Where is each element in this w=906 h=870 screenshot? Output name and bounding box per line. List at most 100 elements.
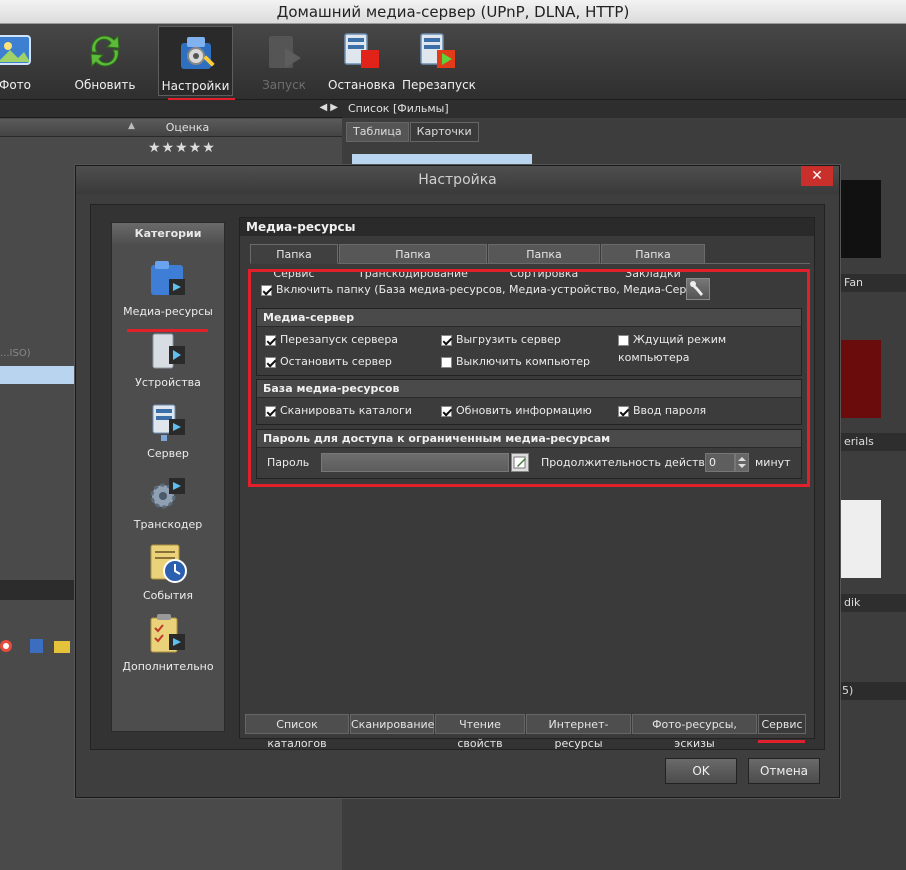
category-label: Сервер — [147, 447, 189, 460]
checkbox-icon[interactable] — [261, 284, 272, 296]
tab-table[interactable]: Таблица — [346, 122, 409, 142]
toolbar-stop-button[interactable]: Остановка — [328, 26, 395, 96]
media-resources-underline — [127, 329, 208, 332]
password-input[interactable] — [321, 453, 509, 472]
toolbar: Фото Обновить Настройки Запуск Остановка… — [0, 24, 906, 100]
toolbar-restart-button[interactable]: Перезапуск — [402, 26, 476, 96]
poster-thumbnail[interactable] — [835, 340, 881, 418]
devices-icon — [145, 328, 191, 374]
left-pane-columns: ▲ Оценка — [0, 119, 342, 137]
content-title: Медиа-ресурсы — [240, 218, 814, 236]
category-label: Медиа-ресурсы — [123, 305, 213, 318]
view-tabs: Таблица Карточки — [346, 122, 480, 142]
tab-folder-sorting[interactable]: Папка "Сортировка" — [488, 244, 600, 280]
close-icon[interactable]: ✕ — [801, 166, 833, 186]
category-label: Дополнительно — [122, 660, 214, 673]
poster-thumbnail[interactable] — [835, 500, 881, 578]
category-media-resources[interactable]: Медиа-ресурсы — [112, 255, 224, 325]
toolbar-settings-button[interactable]: Настройки — [158, 26, 233, 96]
checkbox-scan-folders[interactable]: Сканировать каталоги — [265, 402, 412, 420]
checkbox-stop-server[interactable]: Остановить сервер — [265, 353, 392, 371]
group-media-db: База медиа-ресурсов Сканировать каталоги… — [256, 379, 802, 425]
dialog-title: Настройка — [76, 166, 839, 194]
pane-arrows-icon[interactable]: ◀ ▶ — [319, 102, 338, 113]
wrench-button[interactable] — [686, 278, 710, 300]
duration-unit: минут — [755, 456, 791, 469]
checkbox-password-entry[interactable]: Ввод пароля — [618, 402, 706, 420]
checkbox-icon[interactable] — [441, 334, 452, 346]
password-label: Пароль — [267, 456, 310, 469]
category-server[interactable]: Сервер — [112, 397, 224, 467]
checkbox-unload-server[interactable]: Выгрузить сервер — [441, 331, 561, 349]
additional-icon — [145, 612, 191, 658]
media-resources-icon — [145, 257, 191, 303]
poster-label: dik — [830, 594, 906, 612]
duration-spinner[interactable] — [735, 453, 749, 472]
tab-folder-bookmarks[interactable]: Папка "Закладки" — [601, 244, 705, 280]
cancel-button[interactable]: Отмена — [748, 758, 820, 784]
list-header: Список [Фильмы] — [342, 100, 906, 118]
checkbox-icon[interactable] — [441, 405, 452, 417]
checkbox-shutdown[interactable]: Выключить компьютер — [441, 353, 590, 371]
pencil-icon — [513, 456, 526, 469]
poster-label: Fan — [830, 274, 906, 292]
list-item-text: ...ISO) — [0, 348, 31, 359]
group-header: Пароль для доступа к ограниченным медиа-… — [257, 430, 801, 448]
category-label: Устройства — [135, 376, 201, 389]
category-transcoder[interactable]: Транскодер — [112, 468, 224, 538]
left-pane-bottom-icons — [0, 635, 74, 657]
checkbox-update-info[interactable]: Обновить информацию — [441, 402, 592, 420]
column-rating[interactable]: Оценка — [145, 121, 230, 134]
list-item-selected[interactable] — [0, 366, 74, 384]
start-icon — [261, 28, 307, 74]
category-label: События — [142, 589, 194, 602]
photo-icon — [0, 28, 38, 74]
transcoder-icon — [145, 470, 191, 516]
enable-folder-checkbox[interactable]: Включить папку (База медиа-ресурсов, Мед… — [261, 281, 711, 303]
left-pane-header: ◀ ▶ — [0, 100, 342, 118]
checkbox-icon[interactable] — [618, 334, 629, 346]
tab-folder-service[interactable]: Папка "Сервис" — [250, 244, 338, 280]
window-title: Домашний медиа-сервер (UPnP, DLNA, HTTP) — [0, 0, 906, 24]
service-tab-underline — [758, 740, 805, 743]
settings-dialog: Настройка ✕ Категории Медиа-ресурсы Устр… — [75, 165, 840, 798]
edit-password-button[interactable] — [511, 453, 529, 472]
toolbar-start-button[interactable]: Запуск — [254, 26, 314, 96]
ok-button[interactable]: OK — [665, 758, 737, 784]
group-header: Медиа-сервер — [257, 309, 801, 327]
checkbox-icon[interactable] — [441, 356, 452, 368]
duration-input[interactable]: 0 — [705, 453, 735, 472]
stop-server-icon — [337, 28, 383, 74]
bottom-tabs: Список каталогов Сканирование Чтение сво… — [245, 714, 811, 750]
categories-panel: Категории Медиа-ресурсы Устройства Серве… — [111, 222, 225, 732]
checkbox-icon[interactable] — [265, 405, 276, 417]
poster-thumbnail[interactable] — [835, 180, 881, 258]
content-panel: Медиа-ресурсы Папка "Сервис" Папка "Тран… — [239, 217, 815, 750]
category-additional[interactable]: Дополнительно — [112, 610, 224, 680]
tab-service[interactable]: Сервис — [758, 714, 806, 734]
tab-folder-transcoding[interactable]: Папка "Транскодирование" — [339, 244, 487, 280]
refresh-icon — [82, 28, 128, 74]
tab-catalog-list[interactable]: Список каталогов — [245, 714, 349, 750]
lifebuoy-save-open-icons[interactable] — [0, 635, 74, 657]
sort-arrow-icon[interactable]: ▲ — [128, 121, 135, 131]
category-label: Транскодер — [133, 518, 203, 531]
checkbox-icon[interactable] — [265, 356, 276, 368]
categories-header: Категории — [112, 223, 224, 245]
tab-photo-resources[interactable]: Фото-ресурсы, эскизы — [632, 714, 757, 750]
toolbar-refresh-button[interactable]: Обновить — [74, 26, 136, 96]
tab-cards[interactable]: Карточки — [409, 122, 479, 142]
checkbox-icon[interactable] — [265, 334, 276, 346]
spinner-arrows-icon — [738, 457, 746, 468]
tab-scanning[interactable]: Сканирование — [350, 714, 434, 734]
checkbox-standby[interactable]: Ждущий режим компьютера — [618, 331, 801, 364]
group-password: Пароль для доступа к ограниченным медиа-… — [256, 429, 802, 479]
checkbox-icon[interactable] — [618, 405, 629, 417]
category-devices[interactable]: Устройства — [112, 326, 224, 396]
tab-read-properties[interactable]: Чтение свойств — [435, 714, 525, 750]
duration-label: Продолжительность действия — [541, 456, 719, 469]
tab-internet-resources[interactable]: Интернет-ресурсы — [526, 714, 631, 750]
category-events[interactable]: События — [112, 539, 224, 609]
checkbox-restart-server[interactable]: Перезапуск сервера — [265, 331, 398, 349]
toolbar-photo-button[interactable]: Фото — [0, 26, 44, 96]
